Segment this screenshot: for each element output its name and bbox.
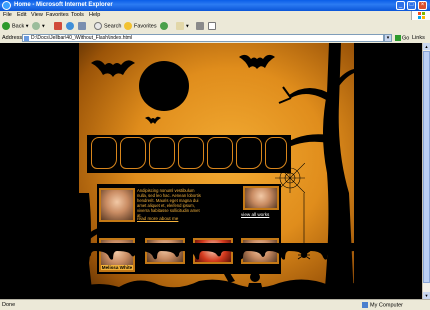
address-dropdown-button[interactable]: ▾ (384, 34, 392, 42)
print-button[interactable] (196, 22, 206, 31)
bat-icon (91, 60, 135, 77)
go-arrow-icon (395, 35, 401, 41)
dripping-border-shape (79, 243, 354, 260)
menu-file[interactable]: File (3, 12, 12, 18)
menu-view[interactable]: View (31, 12, 43, 18)
stop-icon (54, 22, 62, 30)
nav-tab-4[interactable] (178, 137, 204, 169)
refresh-icon (66, 22, 74, 30)
mail-icon (176, 22, 184, 30)
nav-tab-7[interactable] (265, 137, 287, 169)
tree-silhouette-left (79, 193, 115, 299)
address-input[interactable]: D:\Docs\Jellbar\40_\Without_Flash\index.… (22, 34, 384, 42)
forward-button[interactable]: ▾ (32, 22, 45, 31)
main-navigation (87, 135, 291, 173)
read-more-link[interactable]: read more about me (137, 216, 178, 221)
bat-icon (145, 116, 161, 124)
page-icon (24, 36, 29, 41)
refresh-button[interactable] (66, 22, 76, 31)
ground-silhouette (79, 265, 354, 299)
window-title: Home - Microsoft Internet Explorer (14, 2, 113, 8)
back-button[interactable]: Back ▾ (2, 22, 29, 31)
about-text: Andipiscing nonuml vestibulum nulla, sed… (137, 188, 201, 218)
moon-shape (139, 61, 189, 111)
minimize-button[interactable]: _ (396, 1, 405, 10)
search-icon (94, 22, 102, 30)
menu-tools[interactable]: Tools (71, 12, 84, 18)
mail-button[interactable]: ▾ (176, 22, 189, 31)
go-button[interactable]: Go (395, 35, 409, 41)
links-button[interactable]: Links (412, 35, 425, 41)
home-button[interactable] (78, 22, 88, 31)
windows-logo-icon (411, 11, 430, 20)
scroll-up-button[interactable]: ▲ (423, 43, 430, 50)
browser-viewport: Andipiscing nonuml vestibulum nulla, sed… (0, 43, 422, 299)
edit-button[interactable] (208, 22, 218, 31)
forward-arrow-icon (32, 22, 40, 30)
address-label: Address (2, 35, 23, 41)
menu-favorites[interactable]: Favorites (46, 12, 69, 18)
scrollbar-thumb[interactable] (423, 51, 430, 283)
status-text: Done (2, 302, 16, 308)
menu-edit[interactable]: Edit (17, 12, 26, 18)
star-icon (124, 22, 132, 30)
back-arrow-icon (2, 22, 10, 30)
scroll-down-button[interactable]: ▼ (423, 292, 430, 299)
status-bar: Done My Computer (0, 299, 430, 310)
nav-tab-5[interactable] (207, 137, 233, 169)
nav-tab-1[interactable] (91, 137, 117, 169)
window-titlebar: Home - Microsoft Internet Explorer _ □ × (0, 0, 430, 11)
computer-icon (362, 302, 368, 308)
internet-explorer-icon (2, 1, 11, 10)
maximize-button[interactable]: □ (407, 1, 416, 10)
edit-page-icon (208, 22, 216, 30)
nav-tab-2[interactable] (120, 137, 146, 169)
view-works-link[interactable]: view all works (241, 212, 269, 217)
halloween-page-background: Andipiscing nonuml vestibulum nulla, sed… (79, 43, 354, 299)
stop-button[interactable] (54, 22, 64, 31)
nav-tab-3[interactable] (149, 137, 175, 169)
search-button[interactable]: Search (94, 22, 121, 31)
menu-help[interactable]: Help (89, 12, 100, 18)
artwork-thumbnail[interactable] (243, 186, 279, 210)
history-button[interactable] (160, 22, 170, 31)
nav-tab-6[interactable] (236, 137, 262, 169)
home-icon (78, 22, 86, 30)
favorites-button[interactable]: Favorites (124, 22, 157, 31)
standard-toolbar: Back ▾ ▾ Search Favorites ▾ (0, 20, 430, 34)
printer-icon (196, 22, 204, 30)
history-icon (160, 22, 168, 30)
vertical-scrollbar[interactable]: ▲ ▼ (422, 43, 430, 299)
security-zone: My Computer (362, 302, 403, 308)
close-button[interactable]: × (418, 1, 427, 10)
